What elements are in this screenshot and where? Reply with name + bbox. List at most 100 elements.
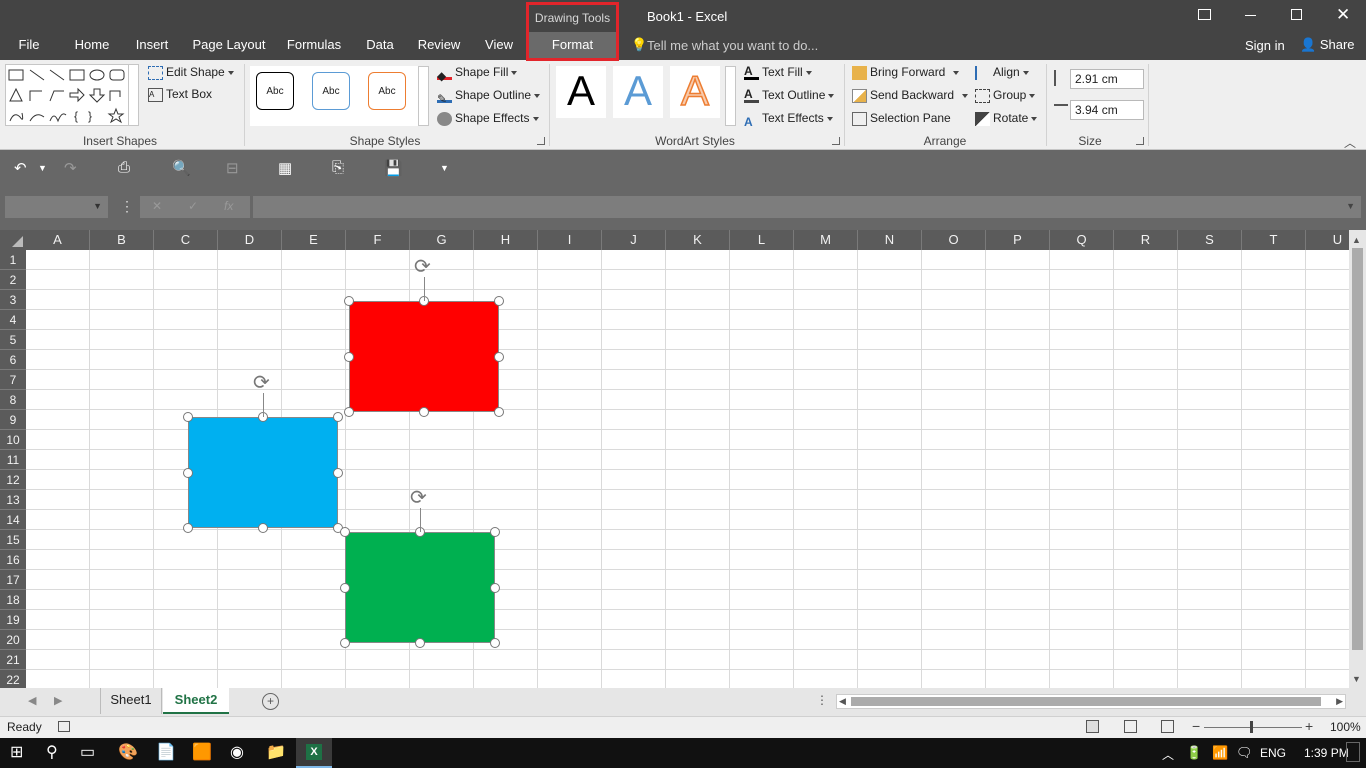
shapes-gallery[interactable]: { } <box>5 64 139 126</box>
row-header[interactable]: 13 <box>0 490 26 510</box>
resize-handle[interactable] <box>415 638 425 648</box>
resize-handle[interactable] <box>333 412 343 422</box>
new-sheet-icon[interactable]: + <box>262 693 279 710</box>
worksheet-grid[interactable]: ABCDEFGHIJKLMNOPQRSTU 1 2 3 4 5 6 7 8 9 10 11 12 13 1… <box>0 230 1349 688</box>
minimize-icon[interactable] <box>1245 15 1256 16</box>
cancel-icon[interactable]: ✕ <box>152 199 162 213</box>
tell-me-input[interactable]: Tell me what you want to do... <box>647 38 818 53</box>
tab-file[interactable]: File <box>8 32 50 60</box>
restore-icon[interactable] <box>1291 9 1302 20</box>
resize-handle[interactable] <box>340 582 350 593</box>
next-sheet-icon[interactable]: ▶ <box>54 694 62 707</box>
shape-style-blue[interactable]: Abc <box>308 66 352 110</box>
zoom-out-icon[interactable]: − <box>1192 718 1200 734</box>
shape-styles-scroll[interactable] <box>418 66 429 126</box>
notification-icon[interactable]: 🗨 <box>1236 745 1253 761</box>
size-launcher-icon[interactable] <box>1136 137 1144 145</box>
resize-handle[interactable] <box>333 467 343 478</box>
bring-forward-button[interactable]: Bring Forward <box>852 62 960 82</box>
scroll-left-icon[interactable]: ◀ <box>839 696 846 707</box>
undo-icon[interactable]: ↶ <box>14 159 27 177</box>
column-header[interactable]: E <box>282 230 346 250</box>
horizontal-scrollbar[interactable]: ◀ ▶ <box>836 694 1346 709</box>
shapes-gallery-scroll[interactable] <box>128 64 139 126</box>
wordart-blue[interactable]: A <box>613 66 663 118</box>
green-rectangle[interactable] <box>345 532 495 643</box>
row-header[interactable]: 21 <box>0 650 26 670</box>
scroll-up-icon[interactable]: ▲ <box>1352 235 1361 245</box>
row-header[interactable]: 17 <box>0 570 26 590</box>
share-button[interactable]: 👤 Share <box>1300 37 1355 53</box>
page-break-icon[interactable]: ⎘ <box>332 159 344 176</box>
resize-handle[interactable] <box>494 407 504 417</box>
wordart-launcher-icon[interactable] <box>832 137 840 145</box>
macro-record-icon[interactable] <box>58 721 70 732</box>
battery-icon[interactable]: 🔋 <box>1186 745 1202 761</box>
resize-handle[interactable] <box>183 523 193 533</box>
resize-handle[interactable] <box>490 582 500 593</box>
search-icon[interactable]: ⚲ <box>46 742 58 762</box>
row-header[interactable]: 3 <box>0 290 26 310</box>
select-all-corner[interactable] <box>0 230 26 250</box>
table-icon[interactable]: ▦ <box>278 159 292 177</box>
column-header[interactable]: M <box>794 230 858 250</box>
tab-split-icon[interactable]: ⋮ <box>816 693 828 707</box>
ribbon-display-options-icon[interactable] <box>1198 9 1211 20</box>
row-header[interactable]: 11 <box>0 450 26 470</box>
confirm-icon[interactable]: ✓ <box>188 199 198 213</box>
expand-formula-icon[interactable]: ▼ <box>1346 201 1355 211</box>
row-header[interactable]: 15 <box>0 530 26 550</box>
tab-review[interactable]: Review <box>412 32 466 60</box>
group-button[interactable]: Group <box>975 85 1036 105</box>
page-setup-icon[interactable]: ⊟ <box>226 159 239 177</box>
sheet-tab-sheet1[interactable]: Sheet1 <box>100 688 162 714</box>
selection-pane-button[interactable]: Selection Pane <box>852 108 951 128</box>
resize-handle[interactable] <box>340 638 350 648</box>
resize-handle[interactable] <box>494 296 504 306</box>
row-header[interactable]: 14 <box>0 510 26 530</box>
rotate-handle-icon[interactable]: ⟳ <box>253 373 270 393</box>
paint-app-icon[interactable]: 🎨 <box>118 742 138 762</box>
row-header[interactable]: 16 <box>0 550 26 570</box>
align-button[interactable]: Align <box>975 62 1029 82</box>
customize-qat-icon[interactable]: ▼ <box>440 163 449 173</box>
column-header[interactable]: G <box>410 230 474 250</box>
name-box[interactable]: ▼ <box>5 196 108 218</box>
text-effects-button[interactable]: A Text Effects <box>744 108 833 129</box>
text-fill-button[interactable]: A Text Fill <box>744 62 812 82</box>
shape-style-orange[interactable]: Abc <box>364 66 408 110</box>
column-header[interactable]: O <box>922 230 986 250</box>
zoom-slider[interactable] <box>1204 727 1302 728</box>
resize-handle[interactable] <box>490 638 500 648</box>
row-header[interactable]: 4 <box>0 310 26 330</box>
column-header[interactable]: U <box>1306 230 1349 250</box>
text-box-button[interactable]: A Text Box <box>148 84 212 104</box>
more-options-icon[interactable]: ⋮ <box>120 198 134 215</box>
row-header[interactable]: 18 <box>0 590 26 610</box>
wifi-icon[interactable]: 📶 <box>1212 745 1228 761</box>
column-header[interactable]: T <box>1242 230 1306 250</box>
row-header[interactable]: 22 <box>0 670 26 688</box>
close-icon[interactable]: ✕ <box>1336 5 1350 25</box>
column-header[interactable]: K <box>666 230 730 250</box>
clock[interactable]: 1:39 PM <box>1304 746 1349 760</box>
red-rectangle[interactable] <box>349 301 499 412</box>
insert-function-icon[interactable]: fx <box>224 199 233 213</box>
normal-view-icon[interactable] <box>1086 720 1099 733</box>
row-header[interactable]: 20 <box>0 630 26 650</box>
notepad-app-icon[interactable]: 📄 <box>156 742 176 762</box>
zoom-level[interactable]: 100% <box>1330 720 1361 734</box>
column-header[interactable]: L <box>730 230 794 250</box>
column-header[interactable]: D <box>218 230 282 250</box>
chevron-down-icon[interactable]: ▼ <box>38 163 47 173</box>
row-header[interactable]: 9 <box>0 410 26 430</box>
rotate-handle-icon[interactable]: ⟳ <box>410 488 427 508</box>
resize-handle[interactable] <box>344 407 354 417</box>
shape-height-input[interactable]: 2.91 cm <box>1070 69 1144 89</box>
column-header[interactable]: J <box>602 230 666 250</box>
zoom-slider-thumb[interactable] <box>1250 721 1253 733</box>
column-header[interactable]: F <box>346 230 410 250</box>
horizontal-scroll-thumb[interactable] <box>851 697 1321 706</box>
formula-input[interactable]: ▼ <box>253 196 1361 218</box>
resize-handle[interactable] <box>494 351 504 362</box>
